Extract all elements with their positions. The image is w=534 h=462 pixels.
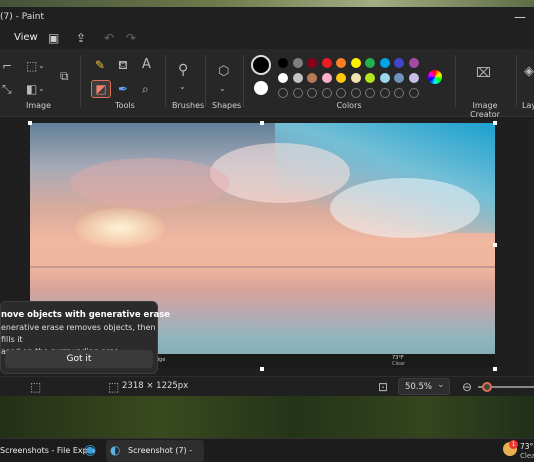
weather-condition: Clea bbox=[520, 452, 534, 460]
edge-icon[interactable]: ◉ bbox=[84, 443, 96, 457]
canvas-dimensions: 2318 × 1225px bbox=[122, 381, 189, 391]
color-swatch[interactable] bbox=[365, 58, 375, 68]
color-swatch[interactable] bbox=[292, 58, 303, 68]
rotate-icon[interactable]: ◧ bbox=[26, 82, 37, 96]
zoom-slider-thumb[interactable] bbox=[482, 382, 492, 392]
paint-icon: ◐ bbox=[110, 443, 121, 457]
custom-color-slot[interactable] bbox=[394, 88, 404, 98]
menu-bar: View ▣ ⇪ ↶ ↷ bbox=[0, 29, 534, 49]
chevron-down-icon[interactable]: ⌄ bbox=[179, 80, 186, 94]
brush-icon[interactable]: ⚲ bbox=[178, 63, 188, 77]
taskbar-file-explorer[interactable]: Screenshots - File Explo bbox=[0, 442, 95, 460]
view-menu[interactable]: View bbox=[14, 32, 38, 43]
custom-color-slot[interactable] bbox=[292, 88, 303, 98]
custom-color-slot[interactable] bbox=[278, 88, 288, 98]
color-swatch[interactable] bbox=[321, 58, 332, 68]
color-swatch[interactable] bbox=[307, 73, 317, 83]
window-title: (7) - Paint bbox=[0, 12, 44, 22]
canvas-size-icon: ⬚ bbox=[108, 380, 120, 394]
edit-colors-icon[interactable] bbox=[428, 70, 442, 84]
color-swatch[interactable] bbox=[394, 73, 404, 83]
color-swatch[interactable] bbox=[350, 58, 361, 68]
notification-badge: 1 bbox=[509, 440, 518, 449]
got-it-button[interactable]: Got it bbox=[5, 350, 153, 368]
color-swatch[interactable] bbox=[350, 73, 361, 83]
desktop-wallpaper-bottom bbox=[0, 396, 534, 438]
color-swatch[interactable] bbox=[307, 58, 317, 68]
tip-line-1: enerative erase removes objects, then fi… bbox=[1, 323, 156, 344]
color-swatch[interactable] bbox=[394, 58, 404, 68]
fit-to-window-icon[interactable]: ⊡ bbox=[378, 380, 388, 394]
color-swatch[interactable] bbox=[278, 58, 288, 68]
chevron-down-icon[interactable]: ⌄ bbox=[38, 59, 45, 73]
share-icon[interactable]: ⇪ bbox=[76, 31, 86, 45]
color-swatch[interactable] bbox=[292, 73, 303, 83]
generative-erase-tip: nove objects with generative erase enera… bbox=[0, 301, 170, 374]
colors-group-label: Colors bbox=[336, 101, 362, 110]
fill-icon[interactable]: ⛾ bbox=[118, 58, 128, 72]
weather-temp: 73°F bbox=[520, 442, 534, 451]
chevron-down-icon: ⌄ bbox=[437, 380, 445, 390]
select-icon[interactable]: ⬚ bbox=[26, 59, 37, 73]
shapes-group-label: Shapes bbox=[212, 101, 242, 110]
title-bar[interactable]: (7) - Paint — bbox=[0, 7, 534, 29]
layers-icon[interactable]: ◈ bbox=[524, 65, 534, 79]
zoom-value: 50.5% bbox=[405, 382, 433, 392]
undo-icon[interactable]: ↶ bbox=[104, 31, 114, 45]
custom-color-slot[interactable] bbox=[379, 88, 390, 98]
zoom-dropdown[interactable]: 50.5% ⌄ bbox=[398, 378, 450, 395]
minimize-button[interactable]: — bbox=[514, 10, 526, 24]
custom-color-slot[interactable] bbox=[307, 88, 317, 98]
pencil-icon[interactable]: ✎ bbox=[95, 58, 105, 72]
eraser-icon[interactable]: ◩ bbox=[91, 80, 111, 98]
custom-color-slot[interactable] bbox=[350, 88, 361, 98]
image-select-icon[interactable]: ⧉ bbox=[60, 69, 69, 83]
zoom-out-icon[interactable]: ⊖ bbox=[462, 380, 472, 394]
primary-color-swatch[interactable] bbox=[251, 55, 271, 75]
resize-icon[interactable]: ⤡ bbox=[2, 82, 12, 96]
custom-color-slot[interactable] bbox=[336, 88, 346, 98]
taskbar-paint-button[interactable]: ◐ Screenshot (7) - Paint bbox=[106, 440, 204, 462]
secondary-color-swatch[interactable] bbox=[254, 81, 268, 95]
color-swatch[interactable] bbox=[321, 73, 332, 83]
save-icon[interactable]: ▣ bbox=[48, 31, 59, 45]
color-swatch[interactable] bbox=[336, 58, 346, 68]
taskbar-paint-label: Screenshot (7) - Paint bbox=[128, 446, 193, 455]
custom-color-slot[interactable] bbox=[321, 88, 332, 98]
status-bar: ⬚ ⬚ 2318 × 1225px ⊡ 50.5% ⌄ ⊖ bbox=[0, 376, 534, 396]
image-group-label: Image bbox=[26, 101, 52, 110]
custom-color-slot[interactable] bbox=[408, 88, 419, 98]
selection-size-icon: ⬚ bbox=[30, 380, 42, 394]
color-swatch[interactable] bbox=[336, 73, 346, 83]
color-swatch[interactable] bbox=[408, 58, 419, 68]
color-swatch[interactable] bbox=[365, 73, 375, 83]
screen-weather-sub: Clear bbox=[392, 361, 406, 367]
layers-group-label: Lay bbox=[522, 101, 534, 110]
color-swatch[interactable] bbox=[278, 73, 288, 83]
tools-group-label: Tools bbox=[115, 101, 135, 110]
redo-icon[interactable]: ↷ bbox=[126, 31, 136, 45]
tip-heading: nove objects with generative erase bbox=[1, 310, 171, 320]
chevron-down-icon[interactable]: ⌄ bbox=[38, 82, 45, 96]
image-creator-group-label: Image Creator bbox=[470, 101, 500, 119]
color-swatch[interactable] bbox=[379, 58, 390, 68]
custom-color-slot[interactable] bbox=[365, 88, 375, 98]
image-creator-icon[interactable]: ⌧ bbox=[476, 67, 491, 81]
text-icon[interactable]: A bbox=[142, 58, 151, 72]
chevron-down-icon[interactable]: ⌄ bbox=[219, 82, 226, 96]
magnifier-icon[interactable]: ⌕ bbox=[142, 82, 149, 96]
shapes-icon[interactable]: ⬡ bbox=[218, 65, 229, 79]
taskbar: Screenshots - File Explo ◉ ◐ Screenshot … bbox=[0, 438, 534, 462]
crop-icon[interactable]: ⌐ bbox=[2, 59, 12, 73]
brushes-group-label: Brushes bbox=[172, 101, 205, 110]
color-picker-icon[interactable]: ✒ bbox=[118, 82, 128, 96]
color-swatch[interactable] bbox=[379, 73, 390, 83]
color-swatch[interactable] bbox=[408, 73, 419, 83]
